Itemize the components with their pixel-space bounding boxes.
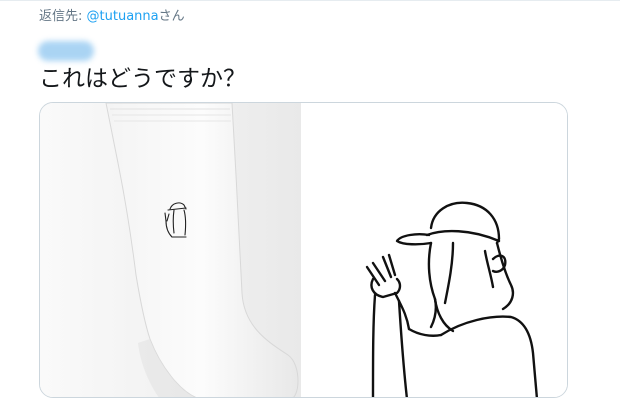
line-drawing-image[interactable] [303, 103, 567, 397]
top-divider [0, 0, 620, 1]
girl-peace-sign-drawing [365, 201, 539, 397]
reply-suffix: さん [158, 9, 185, 24]
reply-prefix: 返信先: [39, 9, 87, 24]
tweet-text: これはどうですか？ [39, 66, 246, 92]
sock-illustration [105, 103, 299, 397]
media-card[interactable] [39, 102, 568, 398]
blurred-username [38, 41, 94, 61]
sock-photo[interactable] [40, 103, 301, 397]
reply-mention-link[interactable]: @tutuanna [87, 9, 159, 24]
reply-context: 返信先: @tutuannaさん [39, 9, 185, 25]
